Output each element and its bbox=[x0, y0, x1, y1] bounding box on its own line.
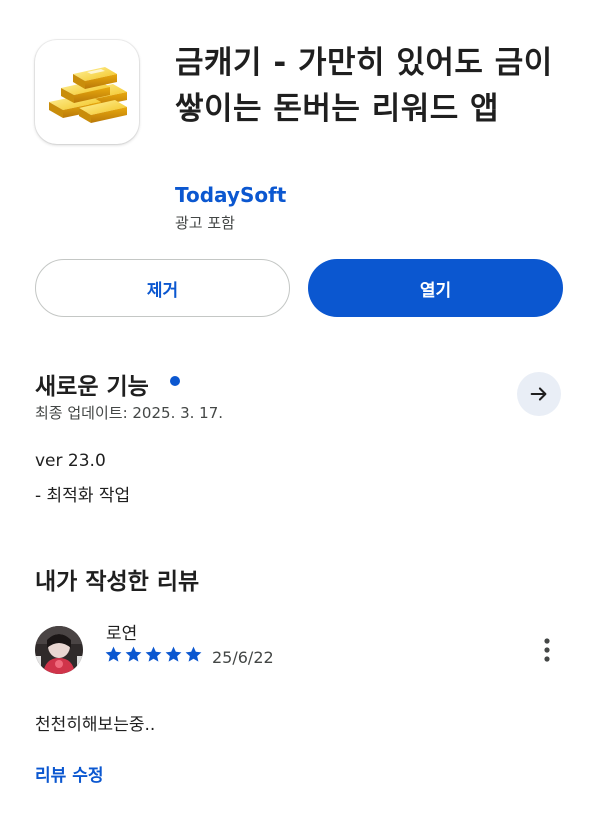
gold-bars-icon bbox=[49, 67, 127, 123]
change-note: - 최적화 작업 bbox=[35, 486, 131, 506]
more-vert-icon bbox=[544, 638, 550, 662]
whats-new-title: 새로운 기능 bbox=[35, 374, 149, 400]
star-icon bbox=[185, 646, 202, 662]
new-indicator-dot bbox=[170, 376, 180, 386]
avatar bbox=[35, 626, 83, 674]
app-title: 금캐기 - 가만히 있어도 금이 쌓이는 돈버는 리워드 앱 bbox=[175, 45, 553, 127]
uninstall-button-label: 제거 bbox=[146, 280, 179, 301]
whats-new-arrow-button[interactable] bbox=[517, 372, 561, 416]
open-button-label: 열기 bbox=[419, 280, 452, 301]
app-icon bbox=[35, 40, 139, 144]
star-icon bbox=[125, 646, 142, 662]
star-icon bbox=[145, 646, 162, 662]
version-text: ver 23.0 bbox=[35, 451, 106, 471]
star-icon bbox=[105, 646, 122, 662]
reviewer-name: 로연 bbox=[106, 624, 138, 644]
star-rating bbox=[104, 645, 203, 664]
uninstall-button[interactable]: 제거 bbox=[35, 259, 290, 317]
open-button[interactable]: 열기 bbox=[308, 259, 563, 317]
ads-label: 광고 포함 bbox=[175, 214, 235, 232]
review-date: 25/6/22 bbox=[212, 648, 274, 667]
edit-review-button[interactable]: 리뷰 수정 bbox=[35, 761, 103, 786]
developer-link[interactable]: TodaySoft bbox=[175, 183, 286, 207]
star-icon bbox=[165, 646, 182, 662]
last-updated: 최종 업데이트: 2025. 3. 17. bbox=[35, 404, 224, 422]
my-review-title: 내가 작성한 리뷰 bbox=[35, 569, 200, 595]
arrow-right-icon bbox=[530, 387, 547, 401]
review-more-button[interactable] bbox=[532, 630, 562, 670]
review-text: 천천히해보는중.. bbox=[35, 715, 156, 735]
